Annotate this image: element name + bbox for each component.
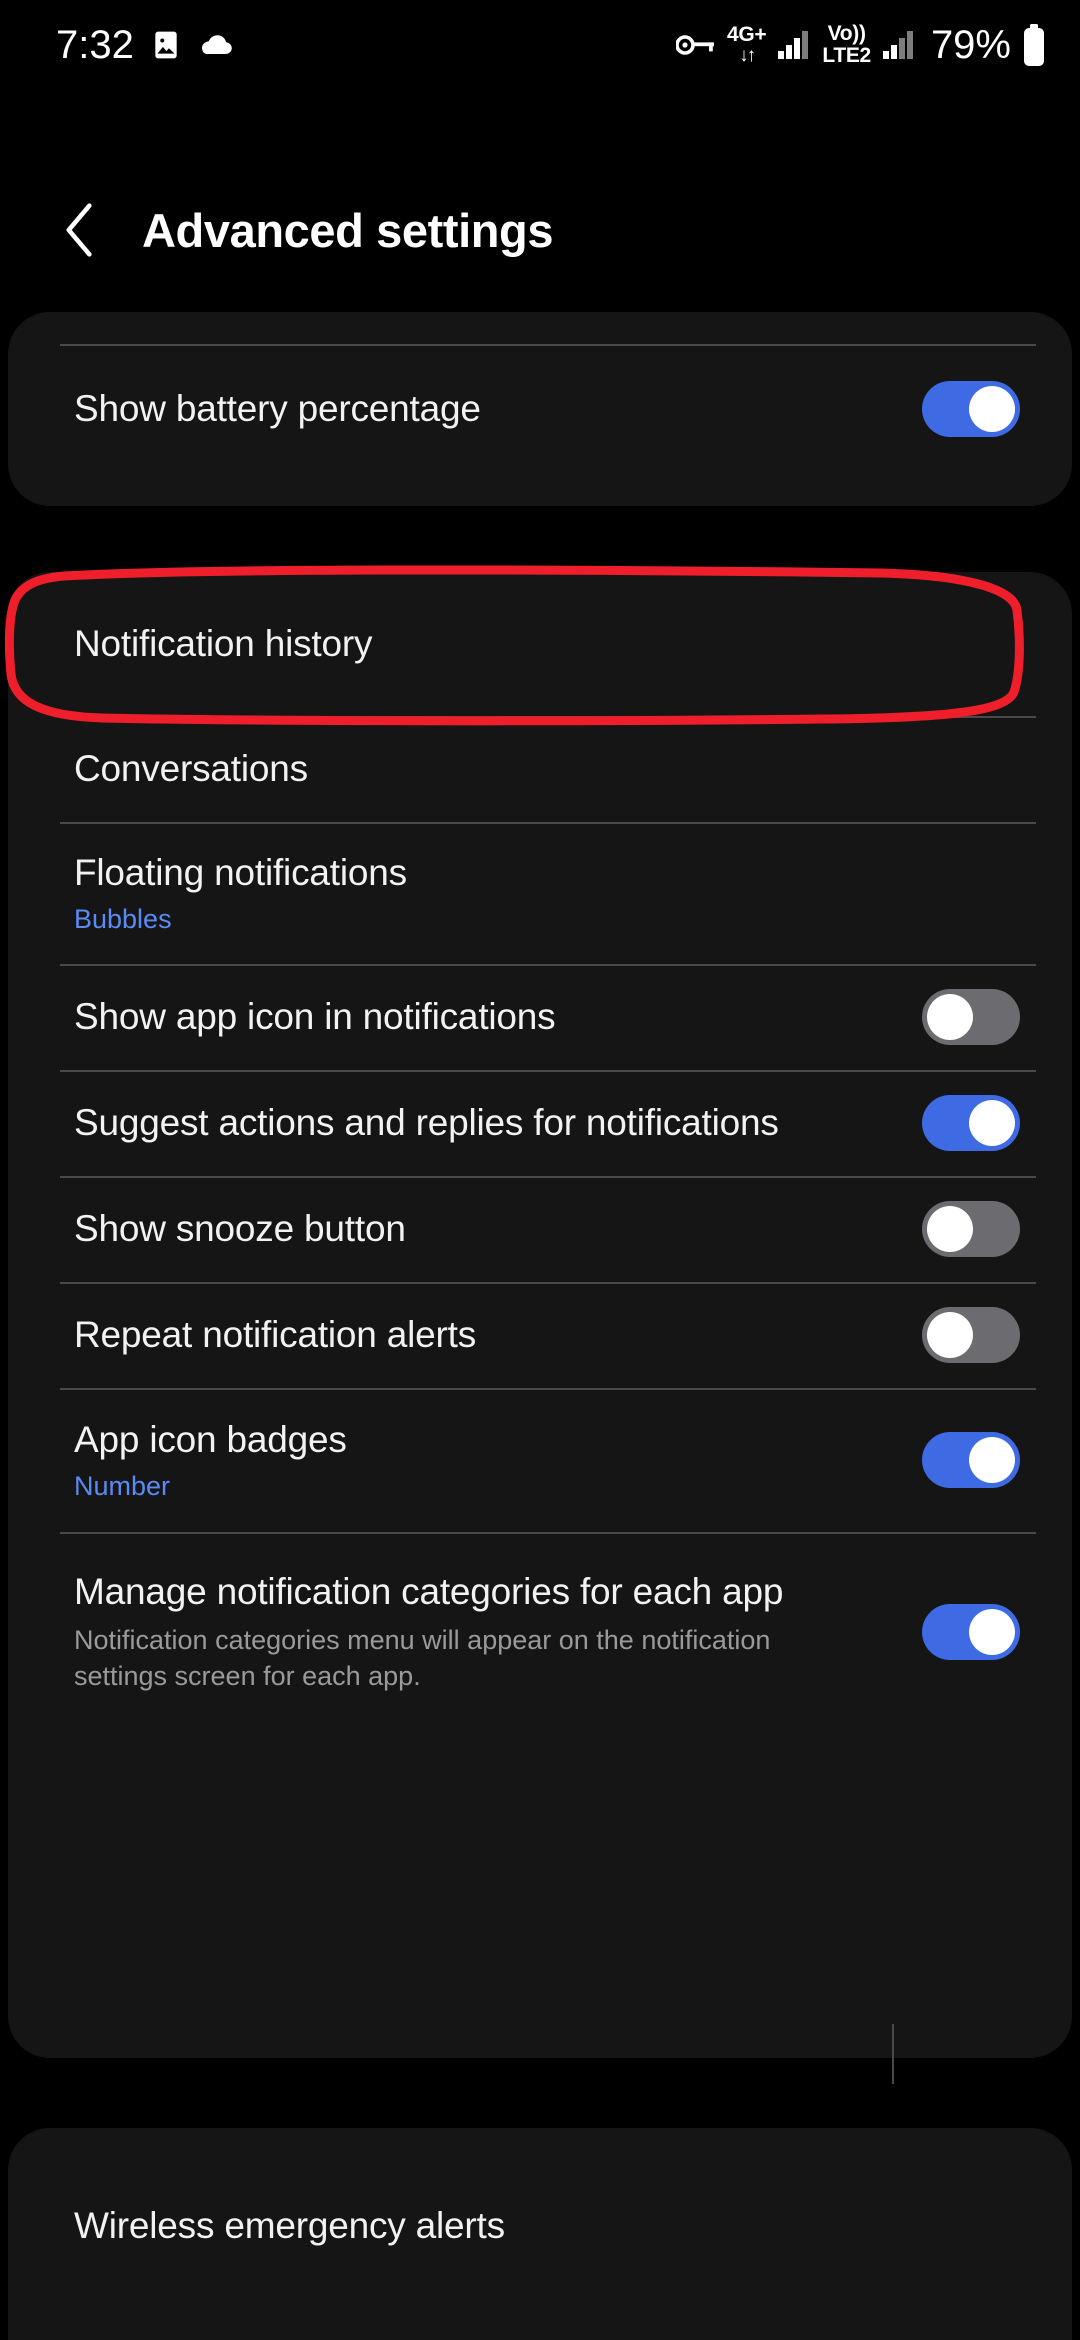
row-title: App icon badges: [74, 1418, 347, 1460]
settings-card-battery: Show battery percentage: [8, 312, 1072, 506]
row-title: Wireless emergency alerts: [74, 2205, 505, 2247]
app-bar: Advanced settings: [0, 170, 1080, 290]
toggle-show-app-icon-in-notifications[interactable]: [922, 989, 1020, 1045]
toggle-manage-notification-categories[interactable]: [922, 1604, 1020, 1660]
volte-label: Vo)): [827, 21, 866, 45]
back-chevron-icon[interactable]: [52, 202, 108, 258]
row-wireless-emergency-alerts[interactable]: Wireless emergency alerts: [8, 2128, 1072, 2324]
row-title: Repeat notification alerts: [74, 1314, 477, 1356]
row-texts: Floating notifications Bubbles: [74, 851, 407, 935]
row-notification-history[interactable]: Notification history: [8, 572, 1072, 716]
status-bar-right: 4G+ ↓↑ Vo)) LTE2 79%: [675, 21, 1046, 67]
toggle-show-snooze-button[interactable]: [922, 1201, 1020, 1257]
settings-card-notifications: Notification history Conversations Float…: [8, 572, 1072, 2312]
cloud-icon: [198, 31, 234, 59]
row-suggest-actions-and-replies[interactable]: Suggest actions and replies for notifica…: [8, 1070, 1072, 1176]
row-texts: Show app icon in notifications: [74, 995, 556, 1039]
image-icon: [150, 29, 182, 61]
row-texts: Conversations: [74, 747, 308, 791]
control-separator: [892, 2024, 894, 2084]
toggle-app-icon-badges[interactable]: [922, 1432, 1020, 1488]
settings-screen: 7:32 4G+ ↓↑ Vo)) LTE2 79% Advanced setti…: [0, 0, 1080, 2340]
row-title: Conversations: [74, 748, 308, 790]
row-texts: Wireless emergency alerts: [74, 2204, 505, 2248]
signal-bars-sim1-icon: [777, 30, 811, 60]
row-conversations[interactable]: Conversations: [8, 716, 1072, 822]
toggle-knob: [927, 994, 973, 1040]
row-show-snooze-button[interactable]: Show snooze button: [8, 1176, 1072, 1282]
row-subtitle: Number: [74, 1470, 171, 1501]
row-title: Floating notifications: [74, 851, 407, 893]
row-subtitle: Bubbles: [74, 903, 172, 934]
row-repeat-notification-alerts[interactable]: Repeat notification alerts: [8, 1282, 1072, 2084]
toggle-suggest-actions-and-replies[interactable]: [922, 1095, 1020, 1151]
status-bar: 7:32 4G+ ↓↑ Vo)) LTE2 79%: [0, 0, 1080, 90]
row-texts: Repeat notification alerts: [74, 1313, 476, 1357]
toggle-knob: [969, 1437, 1015, 1483]
row-title: Suggest actions and replies for notifica…: [74, 1102, 779, 1144]
signal-bars-sim2-icon: [882, 30, 916, 60]
status-clock: 7:32: [56, 23, 134, 67]
row-texts: Show battery percentage: [74, 387, 481, 431]
row-title: Show app icon in notifications: [74, 996, 556, 1038]
volte-sublabel: LTE2: [822, 44, 871, 67]
data-transfer-arrows-icon: ↓↑: [739, 45, 756, 67]
row-show-battery-percentage[interactable]: Show battery percentage: [8, 312, 1072, 506]
row-texts: Show snooze button: [74, 1207, 406, 1251]
row-title: Show snooze button: [74, 1208, 406, 1250]
battery-percentage-label: 79%: [930, 23, 1011, 67]
data-network-indicator: 4G+ ↓↑: [726, 23, 767, 67]
row-texts: Notification history: [74, 622, 372, 666]
row-title: Notification history: [74, 623, 373, 665]
page-title: Advanced settings: [142, 203, 554, 257]
status-bar-left: 7:32: [56, 25, 234, 65]
row-title: Show battery percentage: [74, 388, 481, 430]
volte-indicator: Vo)) LTE2: [822, 21, 871, 67]
toggle-repeat-notification-alerts[interactable]: [922, 1307, 1020, 1363]
row-description: Notification categories menu will appear…: [74, 1625, 771, 1691]
toggle-knob: [969, 386, 1015, 432]
row-app-icon-badges[interactable]: App icon badges Number: [8, 1388, 1072, 2312]
row-texts: App icon badges Number: [74, 1418, 347, 1502]
row-texts: Manage notification categories for each …: [74, 1570, 854, 1695]
row-floating-notifications[interactable]: Floating notifications Bubbles: [8, 822, 1072, 964]
row-title: Manage notification categories for each …: [74, 1570, 784, 1612]
data-network-label: 4G+: [726, 23, 767, 46]
settings-card-emergency: Wireless emergency alerts: [8, 2128, 1072, 2340]
toggle-knob: [969, 1609, 1015, 1655]
row-show-app-icon-in-notifications[interactable]: Show app icon in notifications: [8, 964, 1072, 1070]
row-texts: Suggest actions and replies for notifica…: [74, 1101, 779, 1145]
key-icon: [675, 32, 716, 58]
toggle-knob: [927, 1206, 973, 1252]
battery-icon: [1022, 24, 1046, 66]
toggle-knob: [969, 1100, 1015, 1146]
row-manage-notification-categories[interactable]: Manage notification categories for each …: [8, 1532, 1072, 1732]
toggle-show-battery-percentage[interactable]: [922, 381, 1020, 437]
toggle-knob: [927, 1312, 973, 1358]
